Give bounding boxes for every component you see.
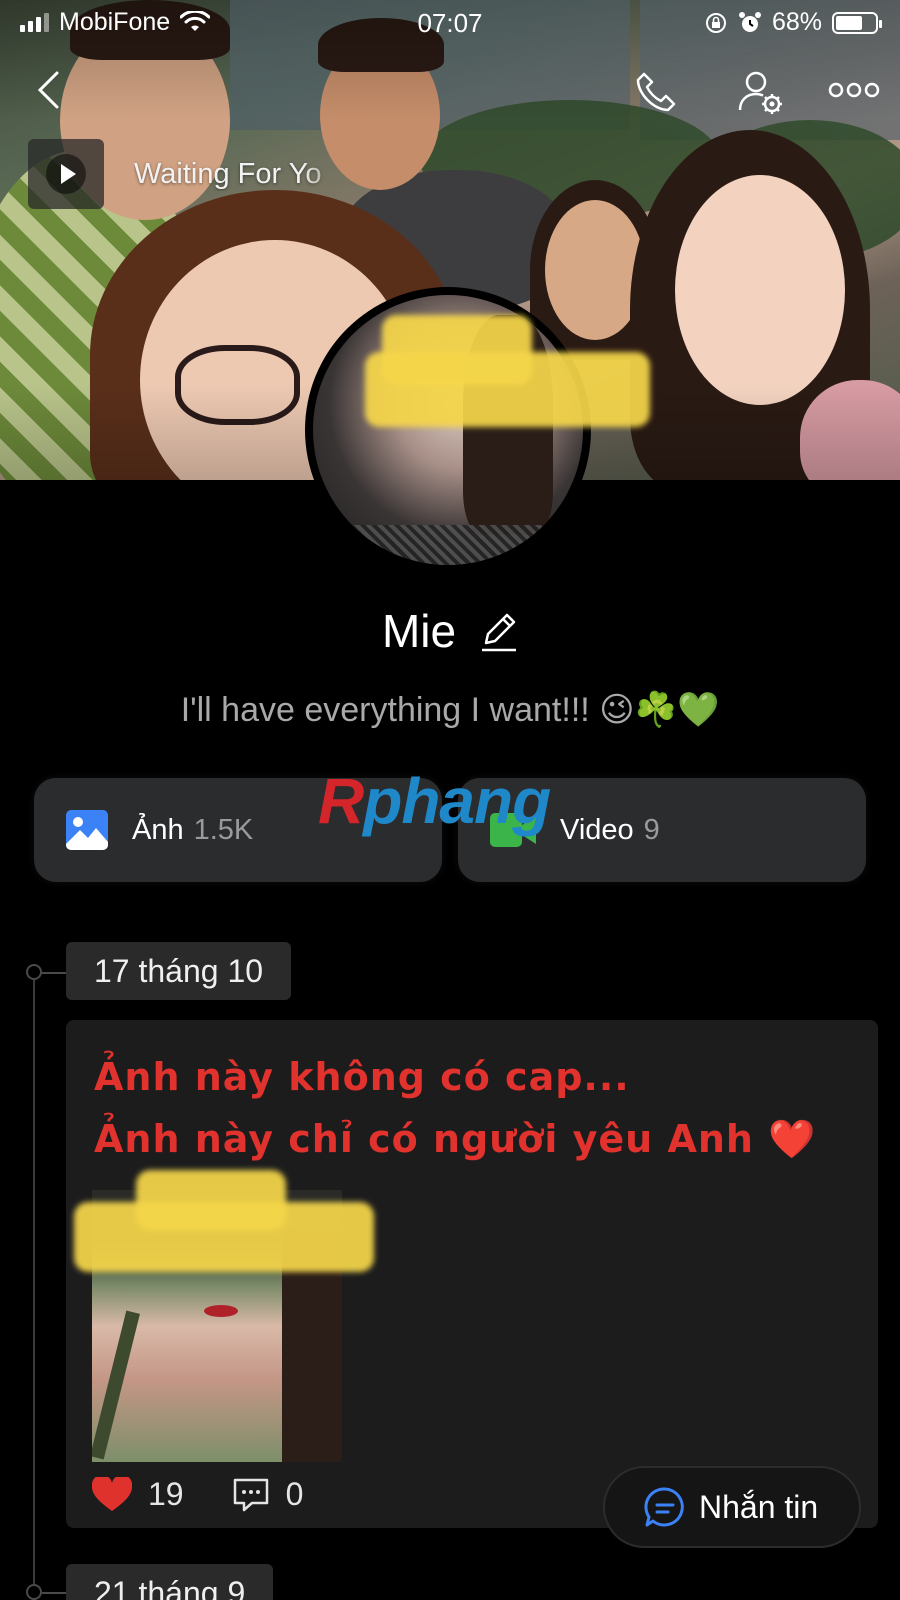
heart-icon[interactable] bbox=[92, 1476, 132, 1513]
post-caption: Ảnh này không có cap... Ảnh này chỉ có n… bbox=[94, 1046, 817, 1170]
photos-label: Ảnh bbox=[132, 813, 184, 846]
battery-percent: 68% bbox=[771, 8, 822, 36]
censor-mark bbox=[136, 1170, 286, 1230]
rotation-lock-icon bbox=[705, 12, 726, 33]
more-button[interactable] bbox=[826, 70, 882, 110]
comment-count: 0 bbox=[285, 1476, 304, 1512]
status-bar: MobiFone 07:07 68% bbox=[0, 0, 900, 44]
profile-music[interactable]: Waiting For Yo bbox=[28, 138, 348, 210]
message-button[interactable]: Nhắn tin bbox=[603, 1466, 861, 1548]
timeline-line bbox=[33, 970, 35, 1600]
phone-icon bbox=[636, 72, 676, 112]
profile-name: Mie bbox=[381, 605, 457, 657]
heart-emoji: ❤️ bbox=[768, 1117, 817, 1161]
timeline-date: 21 tháng 9 bbox=[66, 1564, 274, 1600]
bio-text: I'll have everything I want!!! bbox=[180, 691, 590, 729]
photos-count: 1.5K bbox=[193, 813, 254, 846]
post-caption-line: Ảnh này không có cap... bbox=[94, 1055, 630, 1099]
music-title: Waiting For Yo bbox=[134, 157, 322, 190]
censor-mark bbox=[382, 315, 532, 385]
like-count: 19 bbox=[148, 1476, 184, 1512]
chat-icon bbox=[644, 1487, 684, 1527]
back-button[interactable] bbox=[28, 68, 68, 112]
image-icon bbox=[66, 810, 108, 850]
call-button[interactable] bbox=[632, 68, 680, 116]
edit-icon[interactable] bbox=[478, 609, 518, 653]
back-icon bbox=[37, 71, 59, 109]
message-button-label: Nhắn tin bbox=[699, 1488, 819, 1525]
bio-emojis: 😉☘️💚 bbox=[599, 690, 720, 730]
battery-icon bbox=[832, 11, 882, 34]
videos-count: 9 bbox=[643, 813, 660, 846]
timeline-date: 17 tháng 10 bbox=[66, 942, 292, 1000]
play-icon bbox=[46, 154, 86, 194]
comment-icon[interactable] bbox=[232, 1477, 270, 1513]
post-caption-line: Ảnh này chỉ có người yêu Anh bbox=[94, 1117, 754, 1161]
profile-settings-button[interactable] bbox=[734, 66, 786, 118]
profile-bio: I'll have everything I want!!! 😉☘️💚 bbox=[0, 690, 900, 730]
music-play-button[interactable] bbox=[28, 139, 104, 209]
timeline-dot bbox=[26, 964, 68, 980]
timeline-dot bbox=[26, 1584, 68, 1600]
watermark-logo: Rphang bbox=[318, 765, 551, 837]
videos-label: Video bbox=[560, 813, 634, 846]
timeline-post[interactable]: Ảnh này không có cap... Ảnh này chỉ có n… bbox=[66, 1020, 878, 1528]
user-settings-icon bbox=[738, 71, 782, 114]
alarm-icon bbox=[738, 11, 761, 32]
more-icon bbox=[828, 82, 880, 98]
